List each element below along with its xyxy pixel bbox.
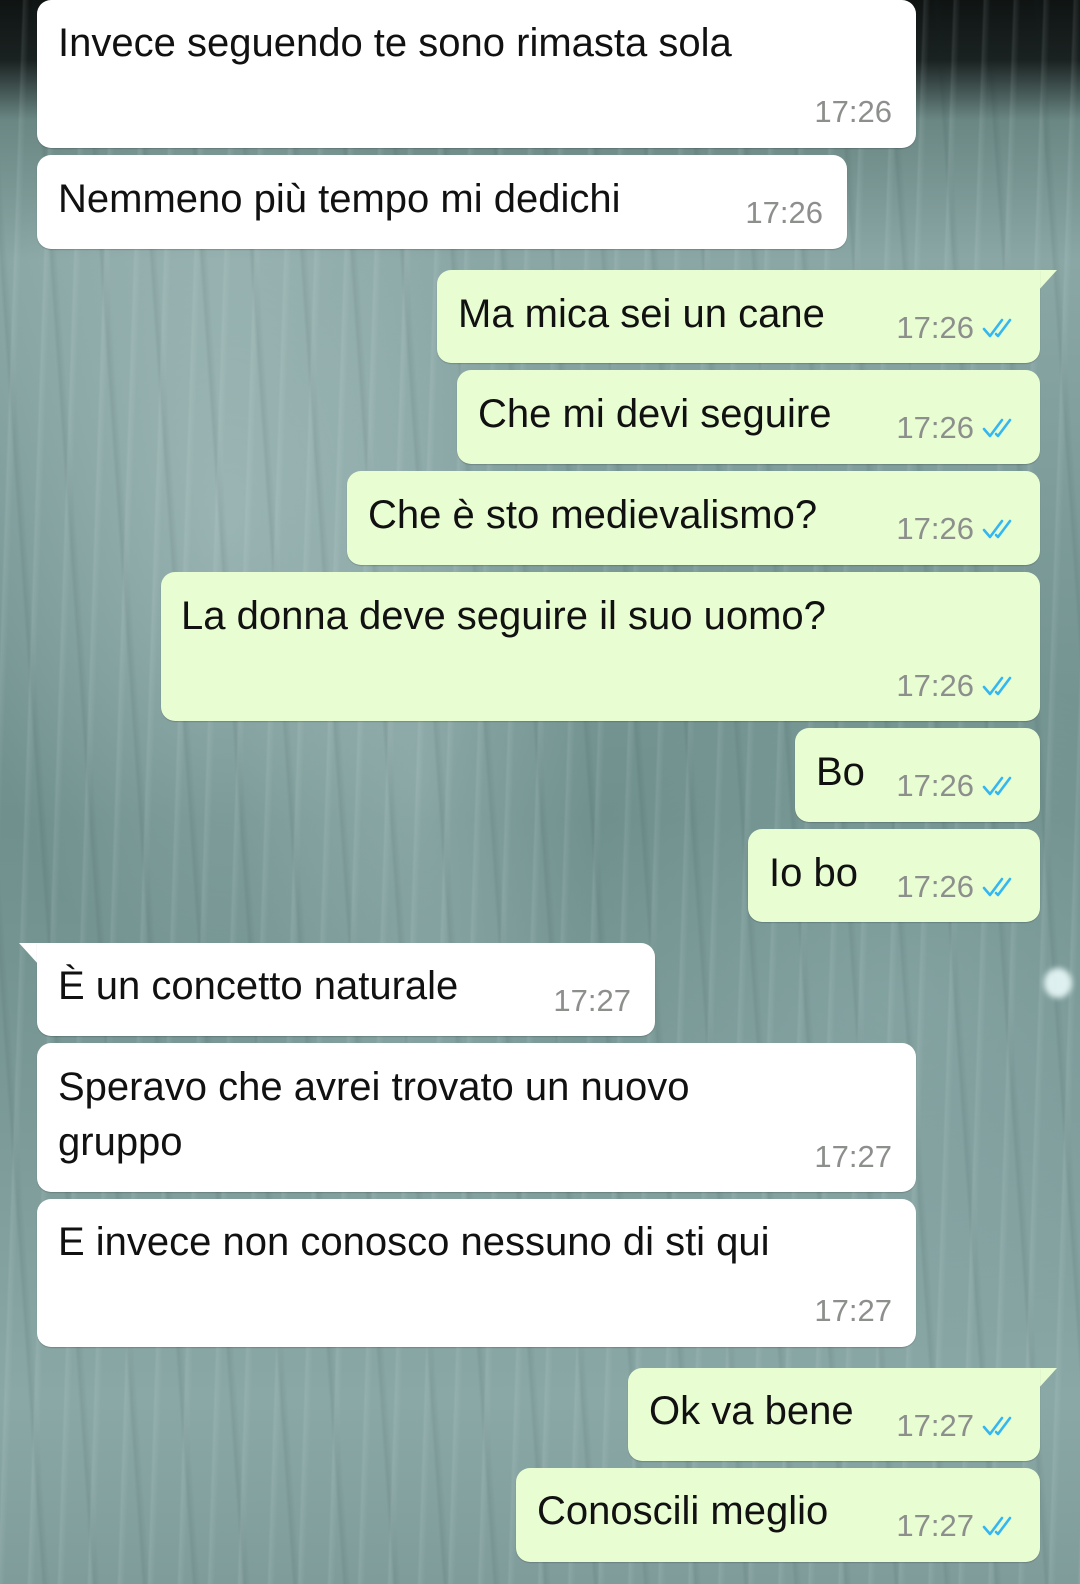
message-text: Speravo che avrei trovato un nuovo grupp… [58,1065,690,1164]
message-meta: 17:27 [896,1408,1020,1444]
message-meta: 17:26 [896,310,1020,346]
message-bubble-outgoing[interactable]: Io bo 17:26 [748,829,1040,922]
message-time: 17:27 [814,1293,892,1328]
message-text: Ma mica sei un cane [458,292,825,336]
message-meta: 17:27 [553,983,631,1019]
double-check-icon [982,418,1012,438]
message-bubble-incoming[interactable]: Nemmeno più tempo mi dedichi 17:26 [37,155,847,249]
message-bubble-incoming[interactable]: E invece non conosco nessuno di sti qui … [37,1199,916,1347]
message-text: Che mi devi seguire [478,392,832,436]
message-meta: 17:26 [896,869,1020,905]
double-check-icon [982,676,1012,696]
message-meta: 17:27 [814,1139,892,1175]
message-time: 17:26 [814,94,892,129]
message-bubble-outgoing[interactable]: Che è sto medievalismo? 17:26 [347,471,1040,565]
double-check-icon [982,1416,1012,1436]
bubble-tail [19,943,39,965]
message-bubble-outgoing[interactable]: Bo 17:26 [795,728,1040,822]
message-meta: 17:27 [814,1293,892,1329]
message-text: E invece non conosco nessuno di sti qui [58,1220,770,1264]
message-bubble-incoming[interactable]: Invece seguendo te sono rimasta sola 17:… [37,0,916,148]
message-time: 17:26 [896,310,974,345]
message-time: 17:26 [896,410,974,445]
message-text: Invece seguendo te sono rimasta sola [58,21,732,65]
message-time: 17:26 [896,511,974,546]
message-text: Io bo [769,851,858,895]
double-check-icon [982,877,1012,897]
double-check-icon [982,776,1012,796]
message-time: 17:27 [553,983,631,1018]
message-time: 17:27 [896,1408,974,1443]
message-time: 17:26 [896,768,974,803]
double-check-icon [982,1516,1012,1536]
message-meta: 17:26 [745,195,823,231]
message-meta: 17:26 [896,511,1020,547]
message-time: 17:27 [814,1139,892,1174]
message-time: 17:26 [896,668,974,703]
bubble-tail [1037,270,1057,292]
message-text: La donna deve seguire il suo uomo? [181,594,826,638]
message-bubble-incoming[interactable]: È un concetto naturale 17:27 [37,943,655,1036]
message-text: Bo [816,750,865,794]
message-time: 17:26 [745,195,823,230]
message-bubble-outgoing[interactable]: Ok va bene 17:27 [628,1368,1040,1461]
message-meta: 17:27 [896,1508,1020,1544]
message-meta: 17:26 [814,94,892,130]
message-bubble-incoming[interactable]: Speravo che avrei trovato un nuovo grupp… [37,1043,916,1192]
message-time: 17:26 [896,869,974,904]
bubble-tail [1037,1368,1057,1390]
message-bubble-outgoing[interactable]: La donna deve seguire il suo uomo? 17:26 [161,572,1040,721]
double-check-icon [982,519,1012,539]
message-meta: 17:26 [896,768,1020,804]
message-time: 17:27 [896,1508,974,1543]
message-bubble-outgoing[interactable]: Ma mica sei un cane 17:26 [437,270,1040,363]
message-text: Nemmeno più tempo mi dedichi [58,177,621,221]
message-text: Conoscili meglio [537,1489,829,1533]
message-text: È un concetto naturale [58,964,459,1008]
double-check-icon [982,318,1012,338]
message-meta: 17:26 [896,410,1020,446]
message-bubble-outgoing[interactable]: Che mi devi seguire 17:26 [457,370,1040,464]
wallpaper-highlight [1044,968,1072,998]
message-bubble-outgoing[interactable]: Conoscili meglio 17:27 [516,1468,1040,1562]
message-meta: 17:26 [896,668,1020,704]
message-text: Ok va bene [649,1389,854,1433]
message-text: Che è sto medievalismo? [368,493,818,537]
